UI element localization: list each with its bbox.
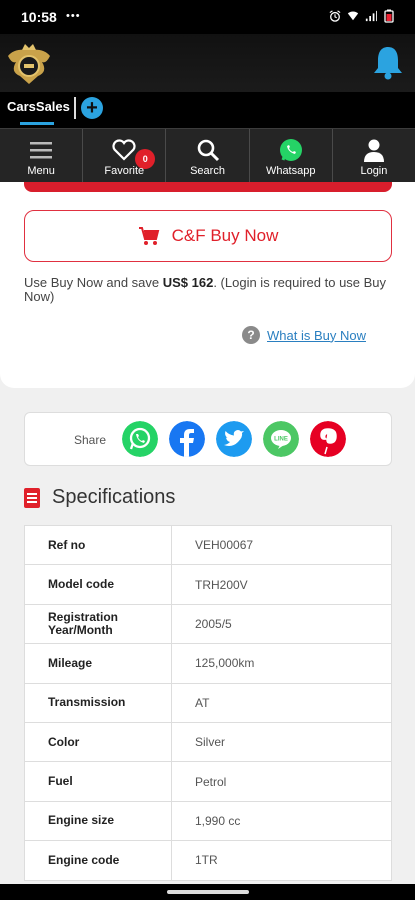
nav-login[interactable]: Login [333, 129, 415, 182]
twitter-share-icon[interactable] [216, 421, 252, 457]
spec-value: 2005/5 [171, 603, 392, 645]
wifi-icon [347, 11, 359, 21]
spec-value: 125,000km [171, 643, 392, 684]
carssales-logo[interactable] [4, 42, 54, 90]
table-row: Ref no VEH00067 [24, 524, 392, 566]
savings-amount: US$ 162 [162, 275, 214, 290]
line-share-icon[interactable]: LINE [263, 421, 299, 457]
document-icon [24, 487, 40, 508]
status-time: 10:58 [21, 9, 57, 25]
note-prefix: Use Buy Now and save [24, 275, 163, 290]
spec-value: 1TR [171, 840, 392, 881]
facebook-share-icon[interactable] [169, 421, 205, 457]
question-icon: ? [242, 326, 260, 344]
specifications-title: Specifications [52, 486, 176, 508]
whatsapp-icon [279, 139, 302, 161]
table-row: Fuel Petrol [24, 761, 392, 802]
spec-value: VEH00067 [171, 524, 392, 566]
share-icons: LINE [122, 421, 346, 457]
share-box: Share LINE [24, 412, 392, 466]
specifications-header: Specifications [24, 486, 175, 509]
buy-card: C&F Buy Now Use Buy Now and save US$ 162… [0, 182, 415, 388]
status-bar: 10:58 ••• [0, 0, 415, 34]
menu-icon [30, 142, 53, 159]
spec-key: Ref no [24, 524, 172, 566]
whatsapp-share-icon[interactable] [122, 421, 158, 457]
add-tab-button[interactable]: + [81, 97, 103, 119]
nav-favorite-label: Favorite [104, 165, 145, 177]
spec-key: Engine code [24, 840, 172, 881]
spec-key: Color [24, 721, 172, 763]
nav-whatsapp-label: Whatsapp [265, 165, 316, 177]
nav-search-label: Search [190, 165, 225, 177]
spec-key: Mileage [24, 643, 172, 684]
tab-divider [74, 97, 76, 119]
buy-now-label: C&F Buy Now [171, 226, 279, 245]
nav-menu-label: Menu [27, 165, 55, 177]
share-label: Share [74, 433, 107, 447]
pinterest-share-icon[interactable] [310, 421, 346, 457]
nav-whatsapp[interactable]: Whatsapp [250, 129, 333, 182]
spec-key: Engine size [24, 800, 172, 842]
price-action-button[interactable] [24, 182, 392, 192]
table-row: Transmission AT [24, 682, 392, 723]
nav-search[interactable]: Search [166, 129, 250, 182]
active-tab-indicator [20, 122, 54, 125]
bell-icon[interactable] [371, 44, 405, 80]
app-header [0, 34, 415, 92]
spec-value: Petrol [171, 761, 392, 802]
cart-icon [138, 227, 159, 245]
signal-icon [365, 10, 377, 22]
nav-menu[interactable]: Menu [0, 129, 84, 182]
spec-value: TRH200V [171, 564, 392, 605]
spec-key: Model code [24, 564, 172, 605]
specifications-table: Ref no VEH00067 Model code TRH200V Registr… [24, 524, 392, 881]
status-indicator: ••• [66, 10, 81, 22]
search-icon [197, 139, 219, 162]
home-indicator[interactable] [167, 890, 249, 894]
nav-favorite[interactable]: 0 Favorite [83, 129, 167, 182]
spec-value: Silver [171, 721, 392, 763]
vehicle-detail-content[interactable]: C&F Buy Now Use Buy Now and save US$ 162… [0, 182, 415, 884]
svg-text:LINE: LINE [274, 437, 288, 443]
table-row: Model code TRH200V [24, 564, 392, 605]
spec-key: Fuel [24, 761, 172, 802]
spec-value: 1,990 cc [171, 800, 392, 842]
what-is-buy-now[interactable]: ? What is Buy Now [242, 326, 366, 344]
tab-bar: CarsSales [0, 92, 415, 126]
table-row: Mileage 125,000km [24, 643, 392, 684]
heart-icon [112, 139, 136, 161]
alarm-icon [329, 10, 341, 22]
status-icons [329, 9, 395, 23]
table-row: Engine code 1TR [24, 840, 392, 881]
user-icon [363, 139, 384, 162]
table-row: Registration Year/Month 2005/5 [24, 603, 392, 645]
bottom-nav: Menu 0 Favorite Search Whatsapp Login [0, 128, 415, 182]
tab-carssales[interactable]: CarsSales [7, 99, 70, 114]
spec-value: AT [171, 682, 392, 723]
buy-now-note: Use Buy Now and save US$ 162. (Login is … [24, 276, 389, 304]
battery-icon [384, 9, 394, 23]
table-row: Engine size 1,990 cc [24, 800, 392, 842]
table-row: Color Silver [24, 721, 392, 763]
what-is-buy-now-link[interactable]: What is Buy Now [267, 328, 366, 343]
buy-now-button[interactable]: C&F Buy Now [24, 210, 392, 262]
spec-key: Registration Year/Month [24, 603, 172, 645]
spec-key: Transmission [24, 682, 172, 723]
nav-login-label: Login [360, 165, 388, 177]
